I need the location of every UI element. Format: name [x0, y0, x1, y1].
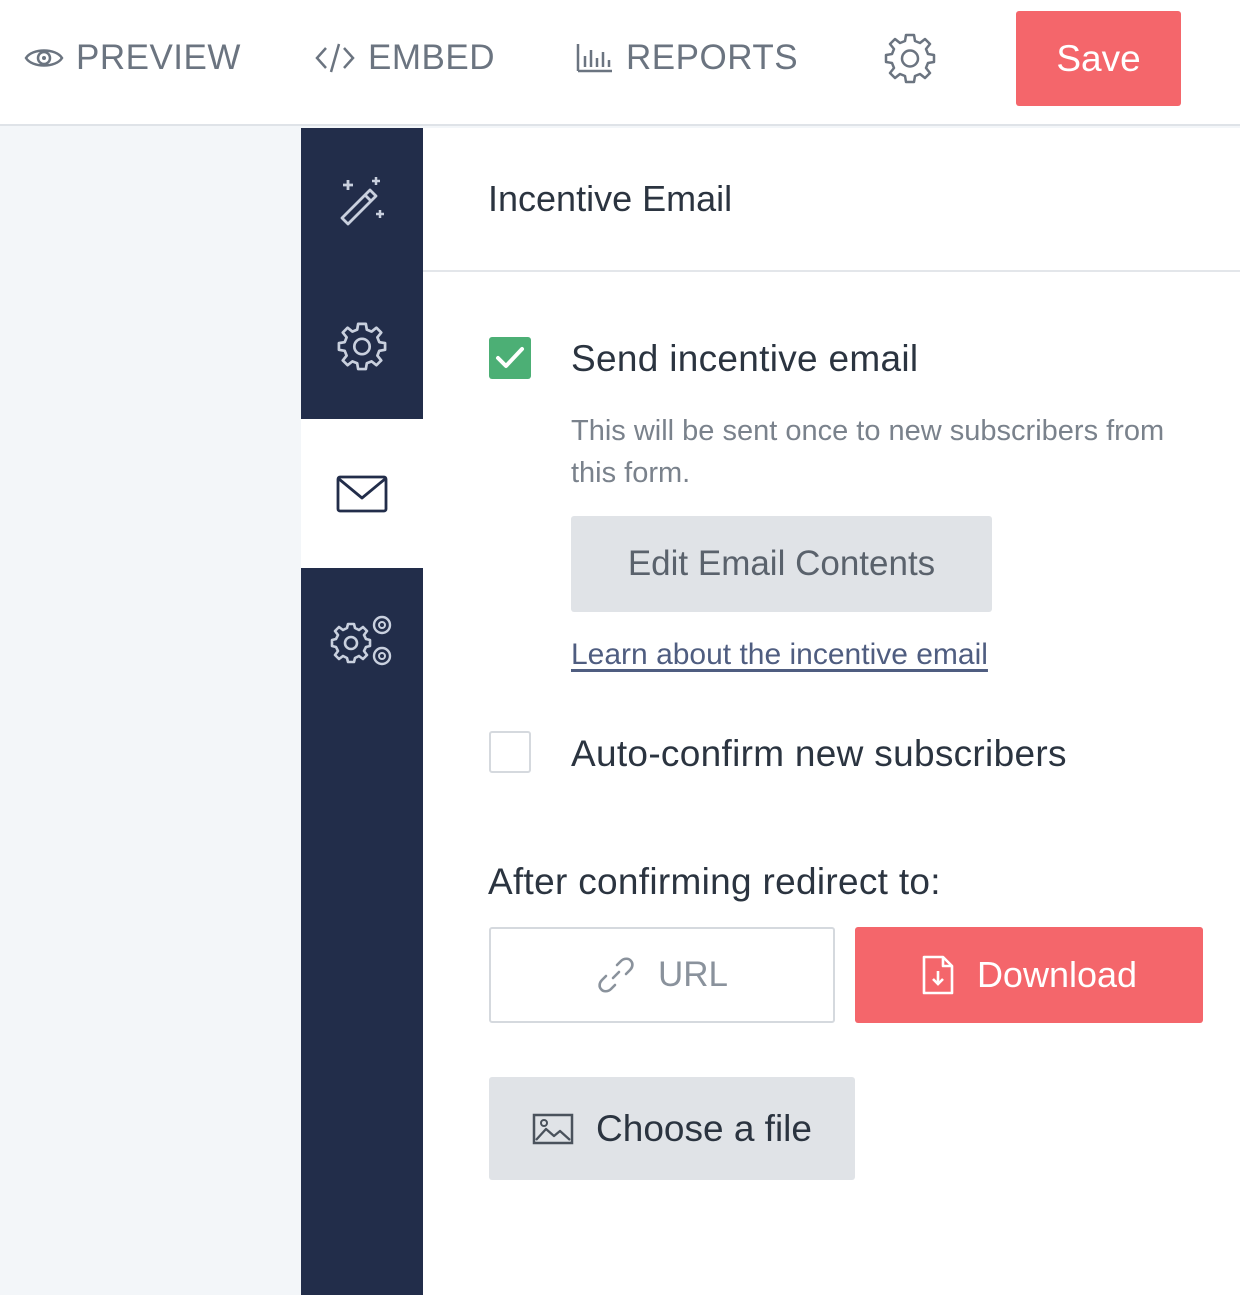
gear-icon [884, 33, 936, 84]
code-icon [315, 43, 355, 73]
checkmark-icon [496, 347, 524, 368]
url-option-button[interactable]: URL [489, 927, 835, 1023]
sidebar-item-incentive-email[interactable] [301, 419, 423, 568]
url-option-label: URL [657, 955, 729, 994]
learn-incentive-link[interactable]: Learn about the incentive email [571, 638, 988, 672]
settings-button[interactable] [884, 32, 936, 84]
image-icon [532, 1113, 574, 1144]
file-download-icon [922, 955, 954, 995]
download-option-label: Download [976, 954, 1138, 995]
send-incentive-label[interactable]: Send incentive email [571, 338, 918, 380]
send-incentive-helper: This will be sent once to new subscriber… [571, 415, 1165, 489]
redirect-label: After confirming redirect to: [488, 861, 941, 902]
embed-label: EMBED [368, 38, 495, 77]
preview-label: PREVIEW [76, 38, 241, 77]
top-bar: PREVIEW EMBED REPORTS Save [0, 0, 1240, 126]
sidebar-item-advanced-settings[interactable] [301, 568, 423, 713]
download-option-button[interactable]: Download [855, 927, 1203, 1023]
send-incentive-checkbox[interactable] [489, 337, 531, 379]
eye-icon [24, 49, 64, 67]
link-icon [598, 957, 634, 993]
editor-sidebar [301, 128, 423, 1295]
panel-title: Incentive Email [488, 178, 733, 219]
embed-tab[interactable]: EMBED [314, 30, 495, 86]
save-button[interactable]: Save [1016, 11, 1181, 106]
divider [423, 270, 1240, 272]
sidebar-item-design[interactable] [301, 128, 423, 273]
incentive-email-panel: Incentive Email Send incentive email Thi… [423, 128, 1240, 1295]
bar-chart-icon [576, 44, 612, 73]
auto-confirm-label[interactable]: Auto-confirm new subscribers [571, 733, 1067, 775]
choose-file-label: Choose a file [596, 1107, 812, 1149]
choose-file-button[interactable]: Choose a file [489, 1077, 855, 1180]
magic-wand-icon [340, 176, 384, 225]
gear-icon [337, 322, 387, 371]
edit-email-contents-button[interactable]: Edit Email Contents [571, 516, 992, 612]
reports-tab[interactable]: REPORTS [576, 30, 798, 86]
reports-label: REPORTS [626, 38, 799, 77]
envelope-icon [336, 475, 388, 512]
auto-confirm-checkbox[interactable] [489, 731, 531, 773]
preview-tab[interactable]: PREVIEW [24, 30, 241, 86]
advanced-settings-icon [330, 615, 392, 665]
sidebar-item-settings[interactable] [301, 273, 423, 419]
